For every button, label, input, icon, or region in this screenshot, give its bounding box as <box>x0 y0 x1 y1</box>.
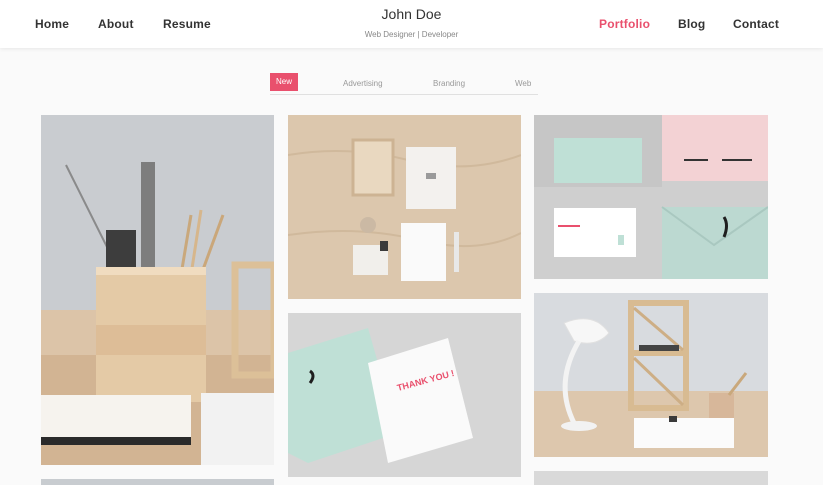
portfolio-item-stationery-flatlay[interactable] <box>288 115 521 299</box>
business-cards-photo <box>534 115 768 279</box>
filter-tab-new[interactable]: New <box>270 73 299 91</box>
desk-organizer-photo <box>41 115 274 465</box>
site-tagline: Web Designer | Developer <box>364 30 459 39</box>
filter-tab-branding[interactable]: Branding <box>433 75 465 92</box>
stationery-flatlay-photo <box>288 115 521 299</box>
site-header: Home About Resume Portfolio Blog Contact… <box>0 0 823 48</box>
portfolio-item-desk-lamp[interactable] <box>534 293 768 457</box>
filter-tab-web[interactable]: Web <box>515 75 531 92</box>
portfolio-item-partial-2[interactable] <box>534 471 768 485</box>
portfolio-item-business-cards[interactable] <box>534 115 768 279</box>
portfolio-item-desk-organizer[interactable] <box>41 115 274 465</box>
portfolio-item-thank-you-cards[interactable]: THANK YOU ! <box>288 313 521 477</box>
portfolio-item-partial-1[interactable] <box>41 479 274 485</box>
filter-tab-advertising[interactable]: Advertising <box>343 75 383 92</box>
thank-you-cards-photo: THANK YOU ! <box>288 313 521 477</box>
portfolio-filter-bar: New Advertising Branding Web <box>270 73 538 95</box>
desk-lamp-photo <box>534 293 768 457</box>
site-title[interactable]: John Doe <box>0 6 823 22</box>
